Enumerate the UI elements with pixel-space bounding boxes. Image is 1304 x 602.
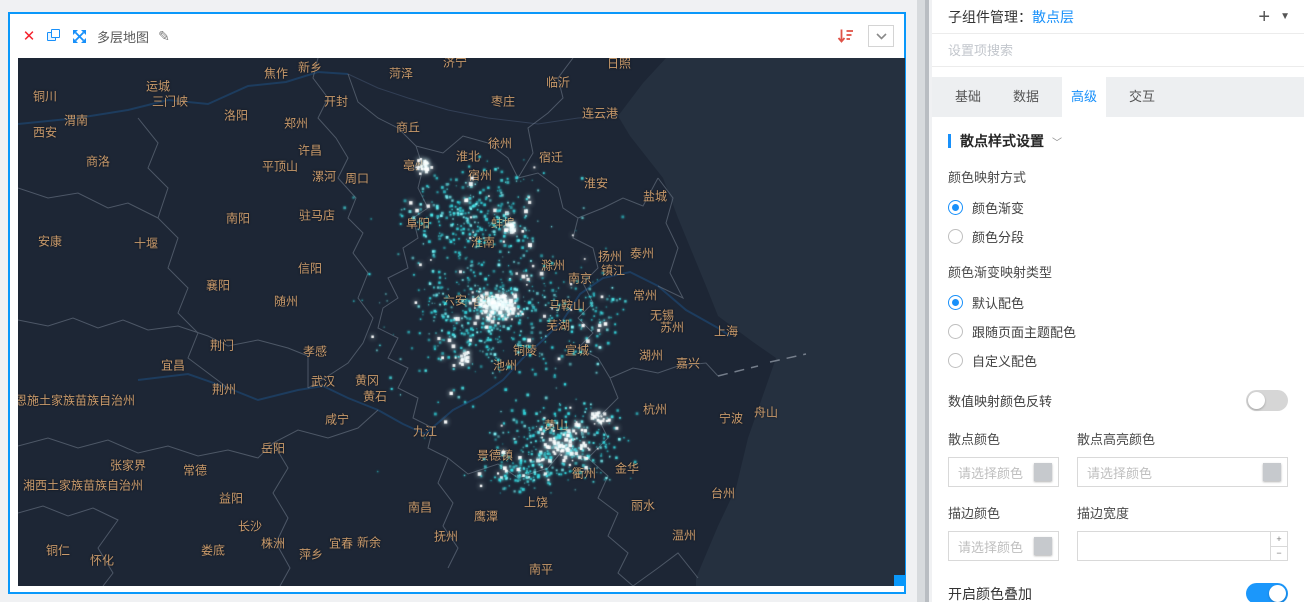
move-expand-icon[interactable] (70, 27, 88, 45)
add-layer-icon[interactable]: + (1258, 7, 1270, 27)
invert-color-toggle[interactable] (1246, 390, 1288, 411)
settings-panel: 子组件管理： 散点层 + ▼ 基础数据高级交互 散点样式设置 ﹀ 颜色映射方式 … (932, 0, 1304, 602)
highlight-color-label: 散点高亮颜色 (1077, 432, 1156, 447)
stepper-increase-button[interactable]: + (1271, 532, 1287, 547)
overlay-label: 开启颜色叠加 (948, 585, 1032, 602)
section-title: 散点样式设置 (960, 133, 1044, 149)
radio-unselected-icon[interactable] (948, 324, 963, 339)
map-widget-toolbar: ✕ 多层地图 ✎ (10, 14, 904, 58)
section-scatter-style[interactable]: 散点样式设置 ﹀ (948, 131, 1288, 151)
stroke-width-stepper: + − (1270, 532, 1287, 560)
sort-descending-icon[interactable] (836, 27, 854, 45)
radio-selected-icon[interactable] (948, 295, 963, 310)
layer-dropdown-icon[interactable]: ▼ (1280, 11, 1290, 22)
scatter-points-layer (18, 58, 905, 586)
scatter-color-label: 散点颜色 (948, 432, 1001, 447)
stroke-color-picker[interactable]: 请选择颜色 (948, 531, 1059, 561)
stroke-width-input[interactable] (1078, 532, 1270, 560)
radio-unselected-icon[interactable] (948, 353, 963, 368)
color-mapping-radio-group: 颜色渐变 颜色分段 (948, 198, 1288, 246)
color-mapping-label: 颜色映射方式 (948, 170, 1027, 185)
scatter-color-placeholder: 请选择颜色 (958, 465, 1024, 481)
tab-数据[interactable]: 数据 (1004, 77, 1048, 117)
highlight-color-placeholder: 请选择颜色 (1087, 465, 1153, 481)
copy-icon[interactable] (45, 27, 63, 45)
radio-option-颜色渐变[interactable]: 颜色渐变 (948, 198, 1288, 217)
stroke-color-placeholder: 请选择颜色 (958, 539, 1024, 555)
radio-unselected-icon[interactable] (948, 229, 963, 244)
scatter-color-swatch[interactable] (1034, 463, 1052, 481)
gradient-type-label: 颜色渐变映射类型 (948, 265, 1053, 280)
close-icon[interactable]: ✕ (20, 27, 38, 45)
layer-link[interactable]: 散点层 (1032, 7, 1074, 27)
workspace: ✕ 多层地图 ✎ 子组件管理： 散点层 + ▼ 设置项搜索 基础 数据 高级 交… (0, 0, 1304, 602)
radio-option-跟随页面主题配色[interactable]: 跟随页面主题配色 (948, 322, 1288, 341)
section-chevron-icon: ﹀ (1052, 137, 1062, 149)
stroke-color-label: 描边颜色 (948, 506, 1001, 521)
section-accent-bar (948, 134, 951, 148)
map-widget-card: ✕ 多层地图 ✎ (8, 12, 906, 594)
panel-splitter[interactable] (917, 0, 929, 602)
radio-option-默认配色[interactable]: 默认配色 (948, 293, 1288, 312)
radio-option-label: 自定义配色 (972, 354, 1038, 369)
scatter-color-picker[interactable]: 请选择颜色 (948, 457, 1059, 487)
widget-title: 多层地图 (97, 29, 150, 45)
invert-color-row: 数值映射颜色反转 (948, 390, 1288, 411)
settings-search-row (932, 34, 1304, 67)
stroke-color-swatch[interactable] (1034, 537, 1052, 555)
stroke-width-field: + − (1077, 531, 1288, 561)
overlay-row: 开启颜色叠加 (948, 583, 1288, 602)
highlight-color-swatch[interactable] (1263, 463, 1281, 481)
overlay-toggle[interactable] (1246, 583, 1288, 602)
invert-color-label: 数值映射颜色反转 (948, 394, 1053, 409)
gradient-type-radio-group: 默认配色跟随页面主题配色 自定义配色 (948, 293, 1288, 370)
settings-search-input[interactable] (948, 42, 1288, 58)
map-canvas[interactable]: 济宁日照铜川西安渭南运城三门峡洛阳焦作新乡郑州开封菏泽临沂枣庄连云港商丘徐州宿迁… (18, 58, 905, 586)
subcomponent-header: 子组件管理： 散点层 + ▼ (932, 0, 1304, 34)
settings-tabs: 基础 数据 高级 交互 (932, 77, 1304, 117)
radio-option-label: 颜色分段 (972, 230, 1025, 245)
tab-高级[interactable]: 高级 (1062, 77, 1107, 117)
radio-option-label: 颜色渐变 (972, 201, 1025, 216)
tab-基础[interactable]: 基础 (946, 77, 990, 117)
collapse-panel-button[interactable] (868, 25, 894, 47)
color-fields-grid: 散点颜色 请选择颜色 描边颜色 请选择颜色 散点高亮颜色 请选择颜色 描边宽度 … (948, 429, 1288, 577)
subcomponent-label: 子组件管理： (948, 8, 1032, 25)
highlight-color-picker[interactable]: 请选择颜色 (1077, 457, 1288, 487)
radio-option-颜色分段[interactable]: 颜色分段 (948, 227, 1288, 246)
resize-handle[interactable] (894, 575, 905, 586)
radio-option-自定义配色[interactable]: 自定义配色 (948, 351, 1288, 370)
tab-交互[interactable]: 交互 (1120, 77, 1164, 117)
radio-option-label: 默认配色 (972, 296, 1025, 311)
edit-pencil-icon[interactable]: ✎ (155, 27, 173, 45)
stepper-decrease-button[interactable]: − (1271, 547, 1287, 561)
radio-selected-icon[interactable] (948, 200, 963, 215)
stroke-width-label: 描边宽度 (1077, 506, 1130, 521)
settings-body: 散点样式设置 ﹀ 颜色映射方式 颜色渐变颜色分段 颜色渐变映射类型 默认配色跟随… (932, 117, 1304, 602)
radio-option-label: 跟随页面主题配色 (972, 325, 1077, 340)
